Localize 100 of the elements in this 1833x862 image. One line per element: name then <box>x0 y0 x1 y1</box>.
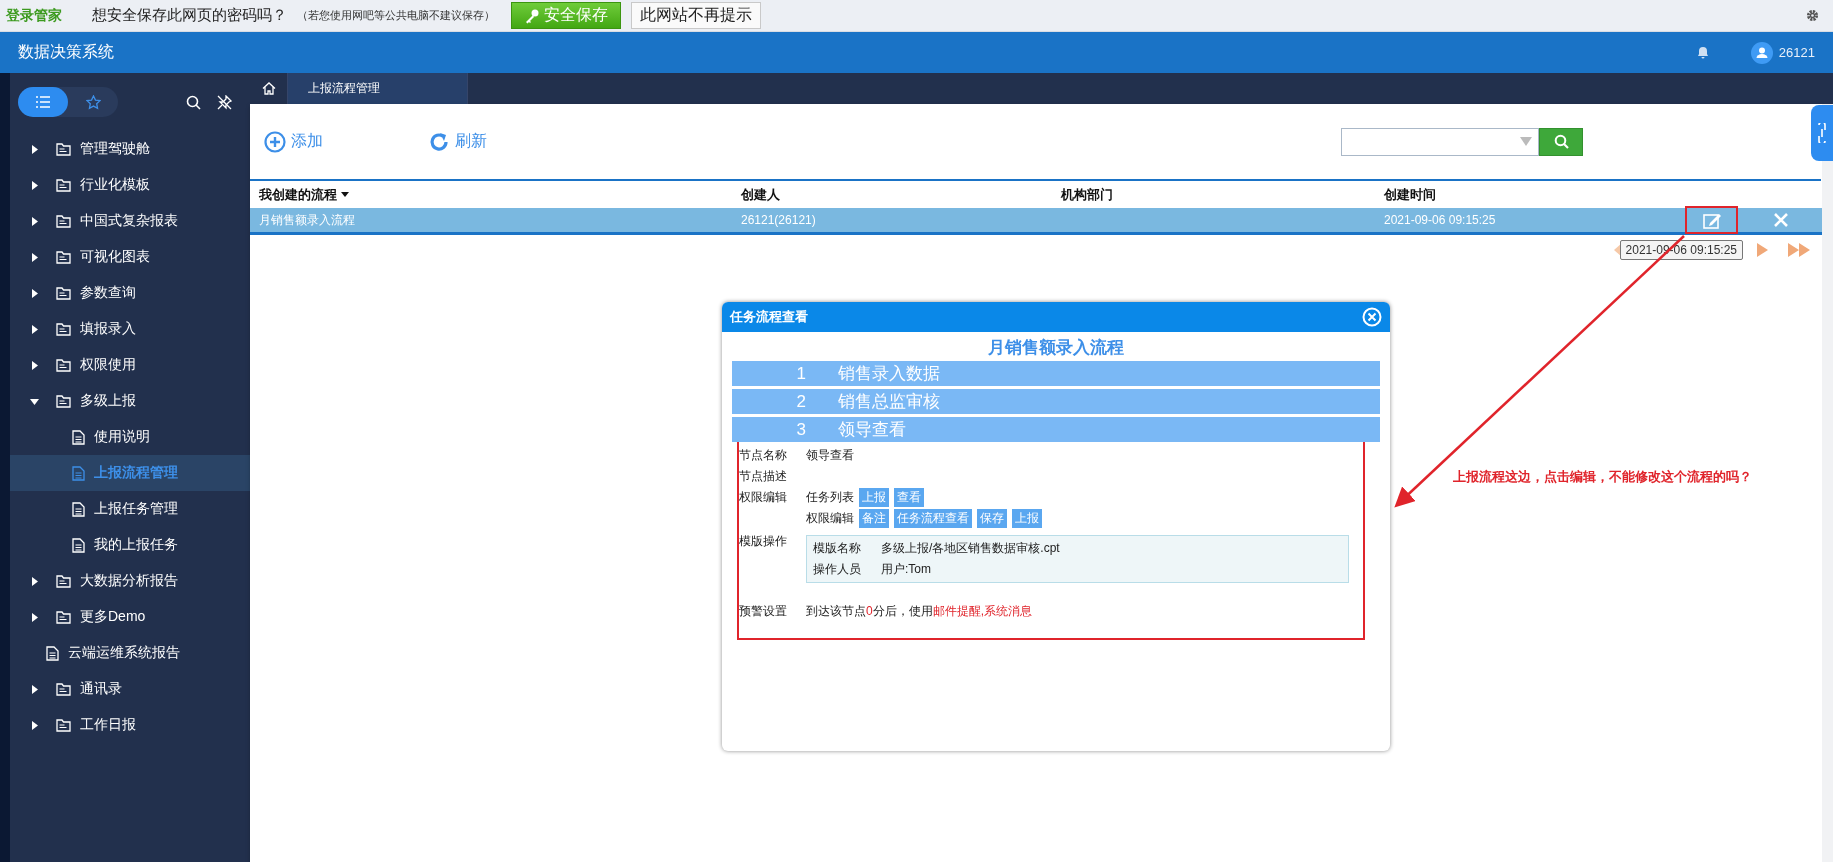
search-icon[interactable] <box>186 94 201 110</box>
annotation-note: 上报流程这边，点击编辑，不能修改这个流程的吗？ <box>1453 468 1752 486</box>
sidebar-item[interactable]: 填报录入 <box>10 311 250 347</box>
folder-icon <box>56 610 71 624</box>
brand-label: 登录管家 <box>6 6 62 25</box>
folder-icon <box>56 322 71 336</box>
permission-group-label: 任务列表 <box>806 489 854 506</box>
field-label: 模版名称 <box>813 540 862 557</box>
password-note: （若您使用网吧等公共电脑不建议保存） <box>297 8 495 23</box>
close-icon <box>1362 307 1382 327</box>
folder-icon <box>56 574 71 588</box>
folder-icon <box>56 358 71 372</box>
close-button[interactable] <box>1362 307 1382 327</box>
permission-group-label: 权限编辑 <box>806 510 854 527</box>
field-label: 操作人员 <box>813 561 862 578</box>
list-view-button[interactable] <box>18 87 68 117</box>
sidebar-item[interactable]: 多级上报 <box>10 383 250 419</box>
caret-right-icon <box>30 144 39 154</box>
settings-icon[interactable] <box>1806 9 1819 22</box>
sidebar-item[interactable]: 参数查询 <box>10 275 250 311</box>
field-value: 领导查看 <box>806 447 854 464</box>
sidebar-item[interactable]: 管理驾驶舱 <box>10 131 250 167</box>
caret-right-icon <box>30 324 39 334</box>
sidebar-item[interactable]: 可视化图表 <box>10 239 250 275</box>
field-value: 用户:Tom <box>881 561 931 578</box>
caret-right-icon <box>30 216 39 226</box>
table-cell-text: 26121(26121) <box>741 213 817 227</box>
column-header: 机构部门 <box>1061 185 1113 204</box>
column-header: 创建时间 <box>1384 185 1436 204</box>
sidebar-item[interactable]: 上报任务管理 <box>10 491 250 527</box>
tab[interactable]: 上报流程管理 <box>288 73 468 104</box>
folder-icon <box>56 142 71 156</box>
alert-setting-text: 到达该节点0分后，使用邮件提醒,系统消息 <box>806 603 1033 620</box>
key-icon <box>524 7 540 24</box>
caret-right-icon <box>30 720 39 730</box>
search-field[interactable] <box>1341 127 1539 156</box>
app-title: 数据决策系统 <box>18 42 115 62</box>
document-icon <box>72 429 85 445</box>
folder-icon <box>56 394 71 408</box>
field-label: 预警设置 <box>739 603 788 620</box>
table-cell-text: 2021-09-06 09:15:25 <box>1384 213 1497 227</box>
sidebar-item[interactable]: 使用说明 <box>10 419 250 455</box>
sidebar-item[interactable]: 权限使用 <box>10 347 250 383</box>
search-icon <box>1553 134 1569 149</box>
caret-down-icon <box>30 396 39 406</box>
document-icon <box>72 465 85 481</box>
home-icon <box>261 82 276 95</box>
column-header[interactable]: 我创建的流程 <box>259 185 337 204</box>
caret-right-icon <box>30 252 39 262</box>
list-icon <box>36 96 50 108</box>
sidebar-item[interactable]: 行业化模板 <box>10 167 250 203</box>
sidebar-item[interactable]: 我的上报任务 <box>10 527 250 563</box>
sidebar-item[interactable]: 更多Demo <box>10 599 250 635</box>
scrollbar[interactable] <box>1822 104 1833 862</box>
folder-icon <box>56 718 71 732</box>
field-value: 多级上报/各地区销售数据审核.cpt <box>881 540 1060 557</box>
side-tab[interactable] <box>1811 105 1833 161</box>
column-header: 创建人 <box>741 185 780 204</box>
folder-icon <box>56 178 71 192</box>
edit-button[interactable] <box>1685 206 1738 234</box>
field-label: 节点名称 <box>739 447 788 464</box>
dismiss-button[interactable]: 此网站不再提示 <box>631 2 761 29</box>
caret-right-icon <box>30 360 39 370</box>
folder-icon <box>56 214 71 228</box>
caret-right-icon <box>30 576 39 586</box>
sidebar-item[interactable]: 工作日报 <box>10 707 250 743</box>
field-label: 权限编辑 <box>739 489 788 506</box>
dialog-title: 任务流程查看 <box>730 308 809 326</box>
flow-title: 月销售额录入流程 <box>987 337 1125 359</box>
document-icon <box>72 501 85 517</box>
avatar-icon[interactable] <box>1750 41 1773 64</box>
sidebar-item[interactable]: 云端运维系统报告 <box>10 635 250 671</box>
caret-down-icon[interactable] <box>341 192 349 197</box>
link-icon <box>1816 123 1828 143</box>
close-icon <box>1774 213 1788 227</box>
refresh-icon <box>428 130 450 153</box>
user-name[interactable]: 26121 <box>1778 45 1815 60</box>
folder-icon <box>56 250 71 264</box>
folder-icon <box>56 286 71 300</box>
field-label: 模版操作 <box>739 533 788 550</box>
sidebar-item[interactable]: 通讯录 <box>10 671 250 707</box>
bell-icon[interactable] <box>1696 46 1709 59</box>
sidebar-item[interactable]: 中国式复杂报表 <box>10 203 250 239</box>
edit-icon <box>1701 211 1722 229</box>
password-prompt: 想安全保存此网页的密码吗？ <box>92 6 287 25</box>
dropdown-caret-icon <box>1520 137 1532 146</box>
caret-right-icon <box>30 612 39 622</box>
caret-right-icon <box>30 180 39 190</box>
sidebar-item[interactable]: 大数据分析报告 <box>10 563 250 599</box>
caret-right-icon <box>30 684 39 694</box>
table-cell-text: 月销售额录入流程 <box>259 211 356 229</box>
star-icon <box>85 94 101 110</box>
document-icon <box>72 537 85 553</box>
pin-icon[interactable] <box>217 94 232 110</box>
folder-icon <box>56 682 71 696</box>
plus-circle-icon <box>264 130 286 153</box>
search-button[interactable] <box>1539 127 1583 156</box>
document-icon <box>46 645 59 661</box>
caret-right-icon <box>30 288 39 298</box>
delete-button[interactable] <box>1774 213 1788 227</box>
